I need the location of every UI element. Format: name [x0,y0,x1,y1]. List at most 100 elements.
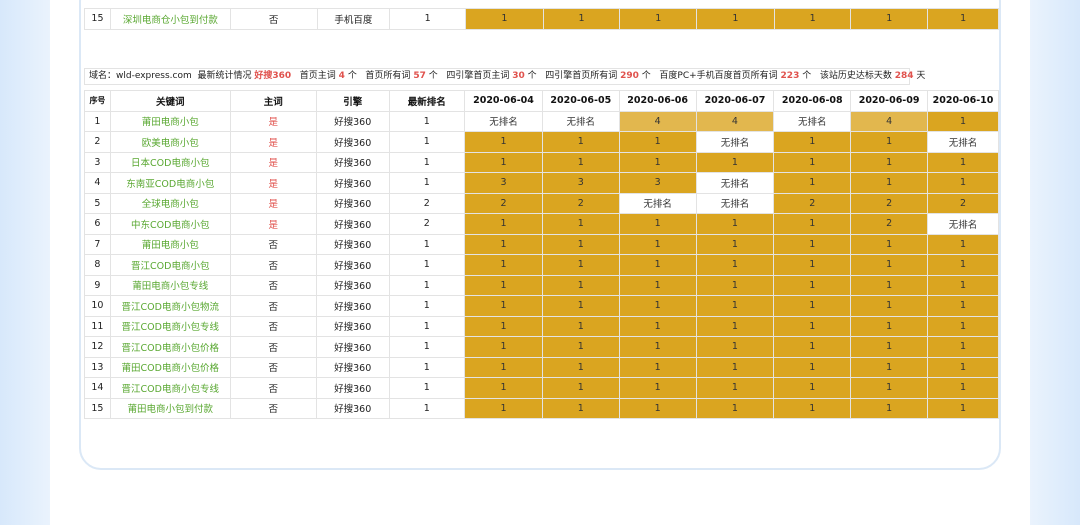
rank-cell: 1 [541,151,620,173]
keyword-cell: 中东COD电商小包 [109,213,231,235]
rank-cell: 1 [773,233,852,255]
unit-label: 个 [641,71,651,81]
rank-cell: 1 [927,233,999,255]
rank-cell: 1 [618,213,697,235]
rank-cell: 1 [695,336,775,358]
table-row: 11 晋江COD电商小包专线否好搜360 1 1 1 1 1 1 1 1 [84,315,999,337]
home-all-label: 首页所有词 [365,71,411,81]
table-row: 9 莆田电商小包专线否好搜360 1 1 1 1 1 1 1 1 [84,274,999,296]
engine-cell: 好搜360 [315,110,390,132]
main-flag-cell: 否 [229,315,317,337]
four-main-label: 四引擎首页主词 [446,71,510,81]
rank-cell: 1 [695,377,775,399]
left-background-band [0,0,50,525]
rank-cell: 1 [773,151,852,173]
rank-cell: 1 [465,8,544,30]
latest-rank-cell: 1 [388,254,466,276]
rank-cell: 4 [695,110,775,132]
rank-cell: 1 [618,295,697,317]
rank-cell: 1 [927,356,999,378]
rank-cell: 2 [541,192,620,214]
engine-cell: 好搜360 [315,172,390,194]
rank-cell: 1 [695,151,775,173]
header-idx: 序号 [84,90,111,112]
table-row: 10 晋江COD电商小包物流否好搜360 1 1 1 1 1 1 1 1 [84,295,999,317]
baidu-value: 223 [780,71,800,81]
rank-cell: 1 [850,315,929,337]
engine-cell: 好搜360 [315,233,390,255]
rank-cell: 1 [927,315,999,337]
engine-cell: 好搜360 [315,192,390,214]
latest-rank-cell: 1 [388,131,466,153]
engine-cell: 好搜360 [315,336,390,358]
row-index: 15 [84,397,111,419]
header-main: 主词 [229,90,317,112]
rank-cell: 1 [618,131,697,153]
main-flag-cell: 是 [229,151,317,173]
rank-cell: 1 [850,295,929,317]
rank-cell: 1 [695,315,775,337]
unit-label: 个 [428,71,438,81]
rank-cell: 1 [695,274,775,296]
row-index: 3 [84,151,111,173]
rank-cell: 1 [773,213,852,235]
rank-cell: 1 [927,8,999,30]
rank-cell: 1 [696,8,775,30]
main-flag-cell: 是 [229,110,317,132]
latest-rank-cell: 1 [388,397,466,419]
row-index: 2 [84,131,111,153]
engine-cell: 好搜360 [315,274,390,296]
rank-cell: 1 [464,233,543,255]
four-all-value: 290 [620,71,639,81]
rank-cell: 3 [541,172,620,194]
right-background-band [1030,0,1080,525]
latest-rank-cell: 1 [388,151,466,173]
rank-cell: 1 [541,274,620,296]
ranking-table: 序号 关键词 主词 引擎 最新排名 2020-06-04 2020-06-05 20… [84,90,999,419]
rank-cell: 1 [618,254,697,276]
engine-cell: 好搜360 [315,131,390,153]
rank-cell: 1 [464,377,543,399]
table-row: 6 中东COD电商小包是好搜360 2 1 1 1 1 1 2 无排名 [84,213,999,235]
rank-cell: 无排名 [464,110,543,132]
row-index: 5 [84,192,111,214]
rank-cell: 2 [927,192,999,214]
rank-cell: 1 [619,8,698,30]
latest-rank-cell: 1 [388,110,466,132]
main-flag-cell: 否 [229,356,317,378]
rank-cell: 1 [695,213,775,235]
unit-label: 个 [802,71,812,81]
latest-rank-cell: 2 [388,213,466,235]
engine-cell: 好搜360 [315,315,390,337]
header-engine: 引擎 [315,90,390,112]
home-all-value: 57 [413,71,426,81]
keyword-cell: 全球电商小包 [109,192,231,214]
row-index: 6 [84,213,111,235]
rank-cell: 1 [464,295,543,317]
ranking-card: 15 深圳电商仓小包到付款否手机百度 1 1 1 1 1 1 1 1 域名：wld-express… [79,0,1001,470]
rank-cell: 1 [542,8,621,30]
rank-cell: 1 [541,315,620,337]
latest-rank-cell: 1 [388,274,466,296]
header-date: 2020-06-08 [773,90,852,112]
table-row: 15 莆田电商小包到付款否好搜360 1 1 1 1 1 1 1 1 [84,397,999,419]
keyword-cell: 晋江COD电商小包专线 [109,315,231,337]
baidu-label: 百度PC+手机百度首页所有词 [659,71,778,81]
home-main-label: 首页主词 [299,71,336,81]
table-row: 14 晋江COD电商小包专线否好搜360 1 1 1 1 1 1 1 1 [84,377,999,399]
header-date: 2020-06-07 [695,90,775,112]
rank-cell: 1 [927,151,999,173]
rank-cell: 无排名 [541,110,620,132]
latest-rank-cell: 1 [388,336,466,358]
engine-cell: 好搜360 [315,397,390,419]
engine-cell: 好搜360 [315,213,390,235]
latest-rank-cell: 1 [388,172,466,194]
rank-cell: 1 [927,254,999,276]
row-index: 11 [84,315,111,337]
table-row: 13 莆田COD电商小包价格否好搜360 1 1 1 1 1 1 1 1 [84,356,999,378]
row-index: 1 [84,110,111,132]
rank-cell: 1 [541,233,620,255]
rank-cell: 1 [541,397,620,419]
rank-cell: 1 [850,8,929,30]
header-date: 2020-06-05 [541,90,620,112]
